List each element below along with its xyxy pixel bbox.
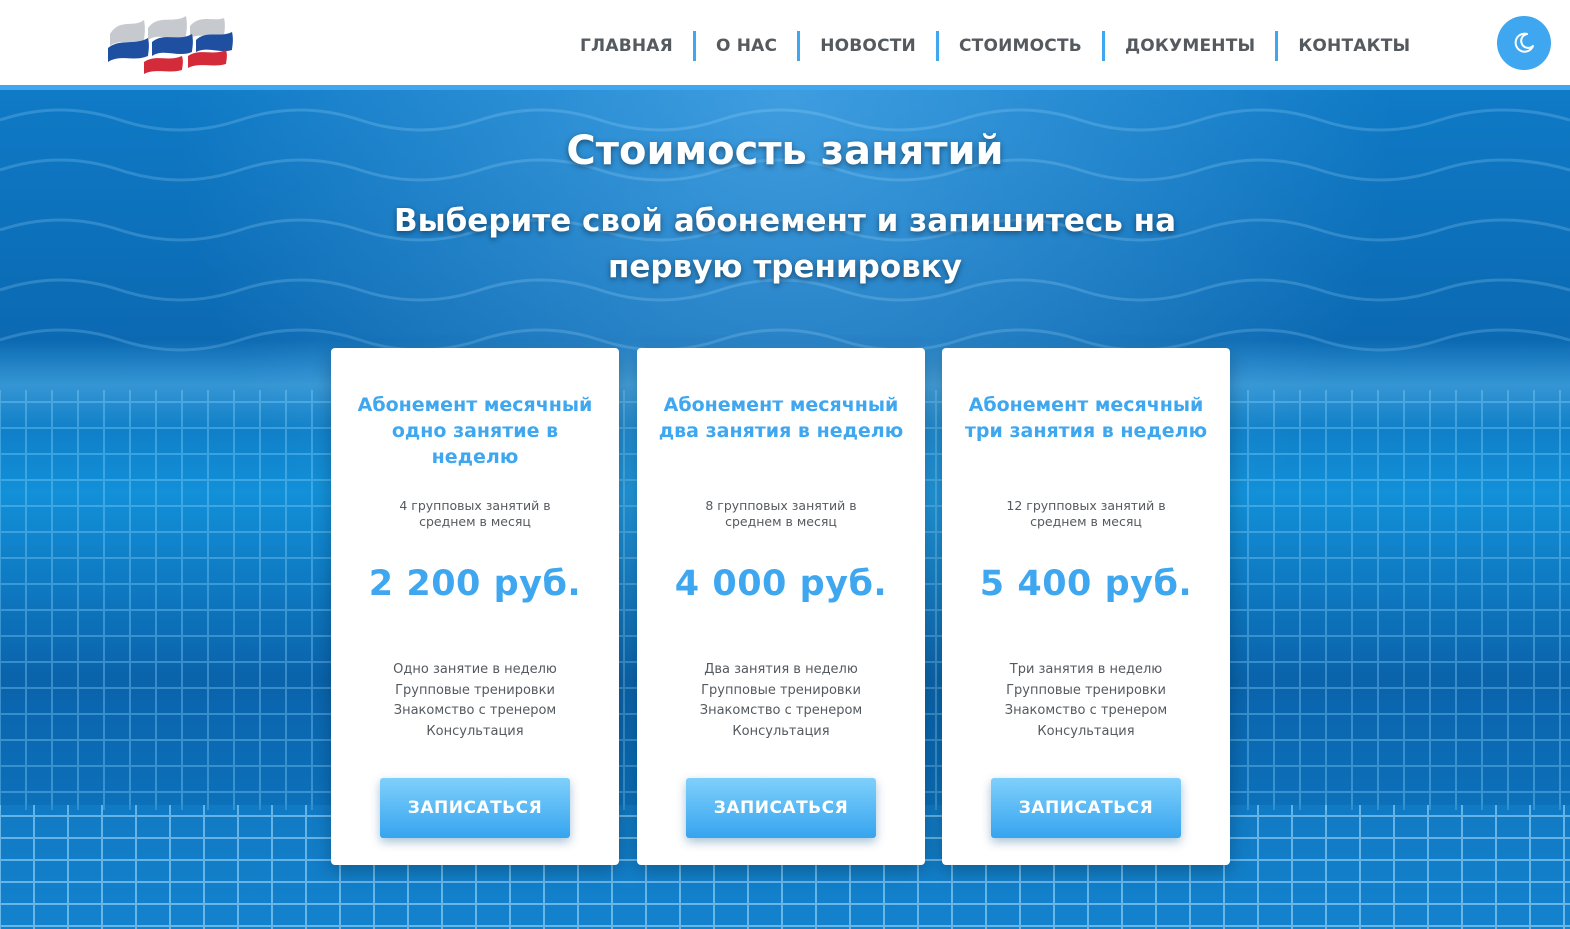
plan-feature: Групповые тренировки	[395, 682, 555, 698]
signup-button[interactable]: ЗАПИСАТЬСЯ	[991, 778, 1181, 838]
signup-button[interactable]: ЗАПИСАТЬСЯ	[686, 778, 876, 838]
plan-price: 4 000 руб.	[674, 564, 888, 604]
plan-feature: Консультация	[426, 723, 524, 739]
plan-feature: Групповые тренировки	[1006, 682, 1166, 698]
nav-item-contacts[interactable]: КОНТАКТЫ	[1278, 31, 1430, 61]
plan-features: Два занятия в неделю Групповые тренировк…	[637, 660, 925, 742]
page-title: Стоимость занятий	[566, 128, 1004, 174]
nav-item-about[interactable]: О НАС	[696, 31, 801, 61]
plan-card: Абонемент месячный три занятия в неделю …	[942, 348, 1230, 865]
site-header: ГЛАВНАЯ О НАС НОВОСТИ СТОИМОСТЬ ДОКУМЕНТ…	[0, 0, 1570, 85]
page-subtitle: Выберите свой абонемент и запишитесь на …	[393, 203, 1176, 285]
plan-feature: Групповые тренировки	[701, 682, 861, 698]
theme-toggle-button[interactable]	[1497, 16, 1551, 70]
nav-item-home[interactable]: ГЛАВНАЯ	[560, 31, 696, 61]
nav-item-documents[interactable]: ДОКУМЕНТЫ	[1105, 31, 1279, 61]
plan-card: Абонемент месячный два занятия в неделю …	[637, 348, 925, 865]
plan-title: Абонемент месячный два занятия в неделю	[658, 394, 904, 442]
plan-feature: Одно занятие в неделю	[393, 662, 557, 677]
plan-feature: Знакомство с тренером	[699, 703, 863, 718]
plan-price: 2 200 руб.	[368, 564, 582, 604]
plan-description: 8 групповых занятий в среднем в месяц	[705, 498, 857, 529]
moon-icon	[1514, 32, 1534, 53]
nav-item-pricing[interactable]: СТОИМОСТЬ	[939, 31, 1105, 61]
nav-item-news[interactable]: НОВОСТИ	[800, 31, 939, 61]
plan-description: 4 групповых занятий в среднем в месяц	[399, 498, 551, 529]
plan-feature: Консультация	[732, 723, 830, 739]
main-nav: ГЛАВНАЯ О НАС НОВОСТИ СТОИМОСТЬ ДОКУМЕНТ…	[560, 30, 1430, 62]
plan-feature: Знакомство с тренером	[393, 703, 557, 718]
pricing-section: Стоимость занятий Выберите свой абонемен…	[0, 90, 1570, 929]
plan-feature: Два занятия в неделю	[704, 662, 858, 677]
plan-features: Одно занятие в неделю Групповые трениров…	[331, 660, 619, 742]
logo[interactable]	[104, 12, 236, 76]
plan-feature: Знакомство с тренером	[1004, 703, 1168, 718]
plan-feature: Консультация	[1037, 723, 1135, 739]
plan-title: Абонемент месячный три занятия в неделю	[964, 394, 1208, 442]
plan-features: Три занятия в неделю Групповые тренировк…	[942, 660, 1230, 742]
plan-price: 5 400 руб.	[979, 564, 1193, 604]
plan-feature: Три занятия в неделю	[1009, 662, 1163, 677]
wave-flag-logo-icon	[108, 16, 233, 74]
plan-card: Абонемент месячный одно занятие в неделю…	[331, 348, 619, 865]
plan-description: 12 групповых занятий в среднем в месяц	[1006, 498, 1166, 529]
plan-title: Абонемент месячный одно занятие в неделю	[357, 394, 593, 468]
signup-button[interactable]: ЗАПИСАТЬСЯ	[380, 778, 570, 838]
